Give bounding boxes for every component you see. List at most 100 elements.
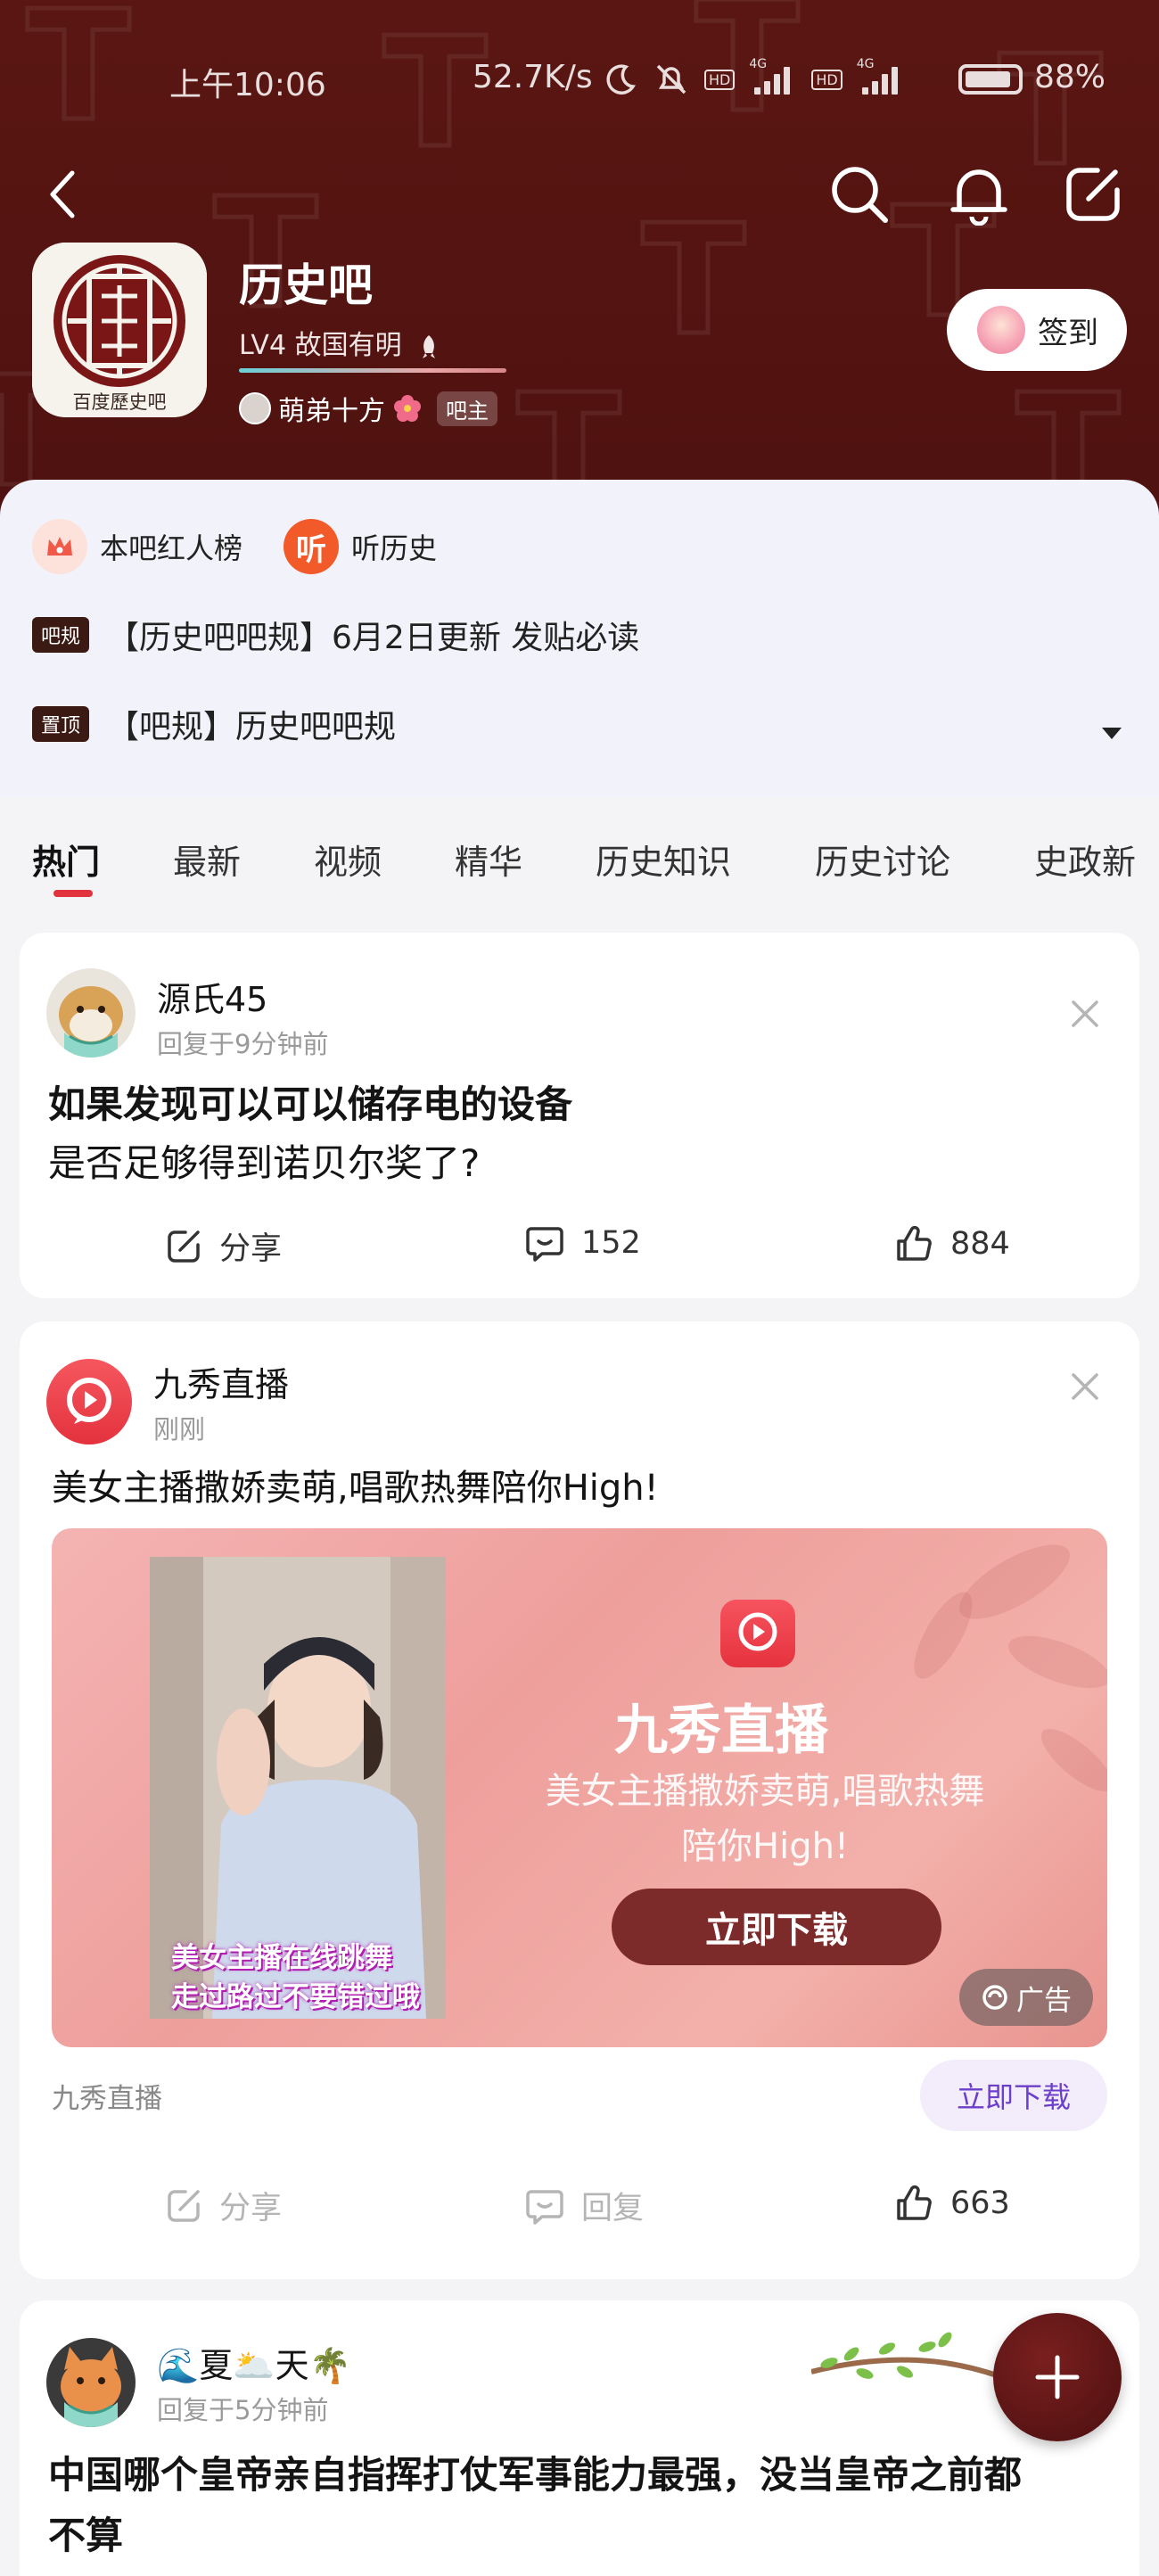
post-card[interactable]: 🌊夏🌥️天🌴 回复于5分钟前 中国哪个皇帝亲自指挥打仗军事能力最强，没当皇帝之前… bbox=[20, 2300, 1139, 2576]
ad-card[interactable]: 九秀直播 刚刚 美女主播撒娇卖萌,唱歌热舞陪你High! 美女主播在线跳舞 走过… bbox=[20, 1321, 1139, 2279]
tab-video[interactable]: 视频 bbox=[314, 835, 382, 884]
thumbs-up-icon bbox=[897, 2185, 932, 2220]
owner-name: 萌弟十方 bbox=[278, 396, 385, 427]
reply-label: 回复 bbox=[581, 2191, 645, 2226]
post-body[interactable]: 美女主播撒娇卖萌,唱歌热舞陪你High! bbox=[52, 1459, 659, 1518]
checkin-icon bbox=[977, 306, 1025, 354]
branch-decoration bbox=[811, 2332, 1016, 2385]
notice-rules[interactable]: 吧规 【历史吧吧规】6月2日更新 发贴必读 bbox=[32, 612, 639, 658]
ad-label-text: 广告 bbox=[1016, 1984, 1072, 2017]
like-button[interactable]: 663 bbox=[893, 2183, 1010, 2224]
owner-badge: 吧主 bbox=[437, 391, 497, 426]
listen-icon: 听 bbox=[284, 519, 340, 574]
play-logo-icon bbox=[67, 1378, 111, 1424]
rocket-icon bbox=[423, 334, 436, 358]
like-button[interactable]: 884 bbox=[893, 1223, 1010, 1264]
ad-label-badge[interactable]: 广告 bbox=[959, 1969, 1093, 2026]
comment-button[interactable]: 152 bbox=[524, 1223, 641, 1263]
tab-politics[interactable]: 史政新 bbox=[1034, 835, 1136, 884]
forum-info-panel: 本吧红人榜 听 听历史 吧规 【历史吧吧规】6月2日更新 发贴必读 置顶 【吧规… bbox=[0, 480, 1159, 797]
level-progress-bar bbox=[239, 368, 506, 373]
status-icons: HD 4G HD 4G bbox=[603, 57, 905, 98]
forum-avatar[interactable]: 百度歷史吧 bbox=[32, 243, 207, 417]
post-username[interactable]: 源氏45 bbox=[157, 972, 267, 1021]
owner-avatar bbox=[239, 392, 271, 424]
notification-button[interactable] bbox=[943, 159, 1015, 230]
post-body[interactable]: 是否足够得到诺贝尔奖了? bbox=[48, 1134, 480, 1193]
post-title[interactable]: 如果发现可以可以储存电的设备 bbox=[48, 1075, 572, 1134]
tab-history-discussion[interactable]: 历史讨论 bbox=[815, 835, 950, 884]
reply-button[interactable]: 回复 bbox=[524, 2183, 644, 2228]
post-timestamp: 回复于9分钟前 bbox=[157, 1029, 329, 1059]
post-timestamp: 刚刚 bbox=[153, 1414, 206, 1444]
post-username[interactable]: 🌊夏🌥️天🌴 bbox=[157, 2338, 351, 2387]
status-net-speed: 52.7K/s bbox=[473, 59, 593, 95]
download-button[interactable]: 立即下载 bbox=[920, 2060, 1107, 2131]
close-icon[interactable] bbox=[1063, 992, 1107, 1036]
ad-banner-image[interactable]: 美女主播在线跳舞 走过路过不要错过哦 九秀直播 美女主播撒娇卖萌,唱歌热舞 陪你… bbox=[52, 1528, 1107, 2047]
shortcut-listen-history[interactable]: 听 听历史 bbox=[284, 519, 437, 574]
checkin-button[interactable]: 签到 bbox=[947, 289, 1127, 371]
play-logo-icon bbox=[738, 1612, 777, 1651]
plus-icon bbox=[1035, 2355, 1080, 2399]
svg-text:百度歷史吧: 百度歷史吧 bbox=[73, 391, 167, 413]
avatar[interactable] bbox=[46, 2338, 136, 2427]
ad-source: 九秀直播 bbox=[52, 2083, 162, 2115]
hd-icon: HD bbox=[704, 69, 736, 90]
post-card[interactable]: 源氏45 回复于9分钟前 如果发现可以可以储存电的设备 是否足够得到诺贝尔奖了?… bbox=[20, 933, 1139, 1298]
post-username[interactable]: 九秀直播 bbox=[153, 1357, 289, 1406]
avatar[interactable] bbox=[46, 968, 136, 1058]
share-button[interactable]: 分享 bbox=[164, 1223, 282, 1269]
ad-photo-caption: 美女主播在线跳舞 走过路过不要错过哦 bbox=[171, 1938, 420, 2017]
battery-level: 88% bbox=[1034, 59, 1106, 95]
notice-text: 【历史吧吧规】6月2日更新 发贴必读 bbox=[107, 620, 640, 656]
comment-icon bbox=[526, 2189, 563, 2225]
notice-pinned[interactable]: 置顶 【吧规】历史吧吧规 bbox=[32, 701, 396, 747]
share-button[interactable]: 分享 bbox=[164, 2183, 282, 2228]
ad-slogan-line: 美女主播撒娇卖萌,唱歌热舞 bbox=[545, 1771, 985, 1812]
ad-slogan-line: 陪你High! bbox=[681, 1826, 849, 1867]
hd-icon: HD bbox=[811, 69, 843, 90]
tab-hot[interactable]: 热门 bbox=[32, 835, 100, 884]
back-button[interactable] bbox=[29, 159, 100, 230]
like-count: 884 bbox=[950, 1226, 1010, 1262]
ad-caption-line: 美女主播在线跳舞 bbox=[171, 1942, 392, 1974]
compose-button[interactable] bbox=[1057, 159, 1129, 230]
close-icon[interactable] bbox=[1063, 1364, 1107, 1409]
dog-avatar-image bbox=[46, 968, 136, 1058]
ad-slogan: 美女主播撒娇卖萌,唱歌热舞 陪你High! bbox=[480, 1764, 1050, 1874]
forum-name: 历史吧 bbox=[239, 259, 373, 311]
shortcut-label: 本吧红人榜 bbox=[100, 531, 243, 565]
new-post-button[interactable] bbox=[993, 2313, 1122, 2441]
forum-owner[interactable]: 萌弟十方 吧主 bbox=[239, 389, 497, 428]
forum-logo-seal: 百度歷史吧 bbox=[32, 243, 207, 417]
ad-caption-line: 走过路过不要错过哦 bbox=[171, 1981, 420, 2013]
status-time: 上午10:06 bbox=[169, 67, 326, 103]
thumbs-up-icon bbox=[897, 1225, 932, 1261]
flower-icon bbox=[394, 395, 421, 422]
post-title[interactable]: 中国哪个皇帝亲自指挥打仗军事能力最强，没当皇帝之前都 不算 bbox=[48, 2445, 1022, 2566]
ad-swirl-icon bbox=[982, 1985, 1007, 2010]
tab-history-knowledge[interactable]: 历史知识 bbox=[596, 835, 731, 884]
notice-text: 【吧规】历史吧吧规 bbox=[107, 709, 397, 745]
edit-icon bbox=[1066, 168, 1120, 221]
signal-icon: 4G bbox=[749, 57, 797, 95]
comment-icon bbox=[526, 1227, 563, 1262]
comment-count: 152 bbox=[581, 1225, 641, 1261]
like-count: 663 bbox=[950, 2185, 1010, 2221]
ad-cta-button[interactable]: 立即下载 bbox=[612, 1889, 941, 1965]
active-tab-indicator bbox=[53, 890, 93, 897]
forum-level-text: LV4 故国有明 bbox=[239, 330, 402, 361]
post-title-line: 中国哪个皇帝亲自指挥打仗军事能力最强，没当皇帝之前都 bbox=[48, 2453, 1023, 2497]
expand-notices-icon[interactable] bbox=[1102, 728, 1122, 739]
avatar[interactable] bbox=[46, 1359, 132, 1444]
tab-featured[interactable]: 精华 bbox=[455, 835, 522, 884]
shortcut-hot-members[interactable]: 本吧红人榜 bbox=[32, 519, 242, 574]
forum-header: T T T T T T T T T T 上午10:06 52.7K/s HD 4… bbox=[0, 0, 1159, 517]
ad-brand-name: 九秀直播 bbox=[614, 1700, 828, 1762]
post-timestamp: 回复于5分钟前 bbox=[157, 2395, 329, 2425]
tab-latest[interactable]: 最新 bbox=[173, 835, 241, 884]
search-icon bbox=[832, 167, 888, 223]
shortcut-label: 听历史 bbox=[351, 531, 438, 565]
search-button[interactable] bbox=[824, 159, 895, 230]
